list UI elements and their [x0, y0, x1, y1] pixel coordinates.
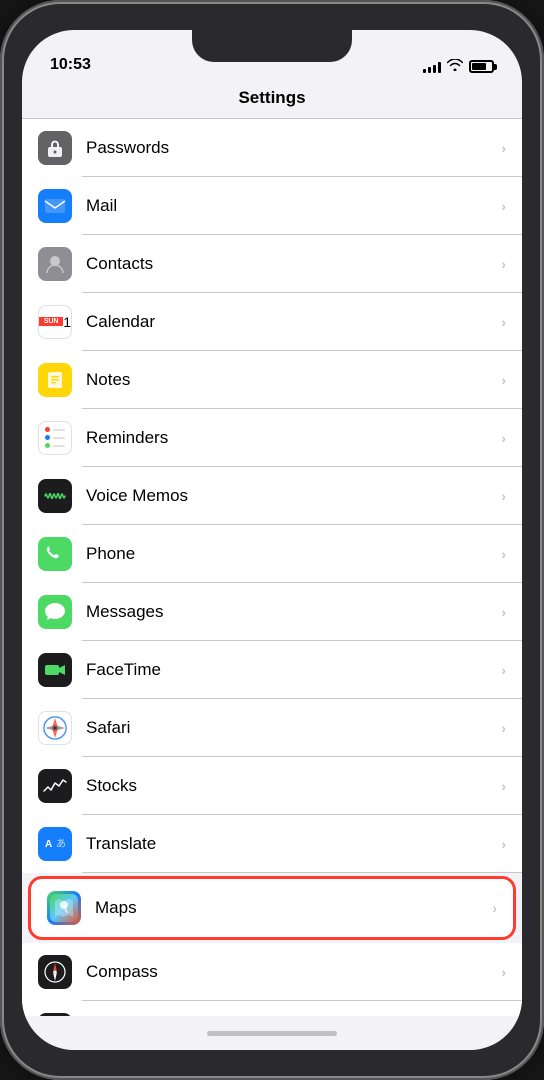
- translate-chevron: ›: [501, 836, 506, 852]
- settings-item-translate[interactable]: A あ Translate ›: [22, 815, 522, 873]
- calendar-label: Calendar: [86, 312, 501, 332]
- measure-icon: [38, 1013, 72, 1017]
- home-bar: [207, 1031, 337, 1036]
- contacts-icon: [38, 247, 72, 281]
- mail-label: Mail: [86, 196, 501, 216]
- safari-chevron: ›: [501, 720, 506, 736]
- nav-header: Settings: [22, 80, 522, 118]
- settings-item-stocks[interactable]: Stocks ›: [22, 757, 522, 815]
- maps-icon: [47, 891, 81, 925]
- wifi-icon: [447, 59, 463, 74]
- signal-icon: [423, 61, 441, 73]
- phone-icon: [38, 537, 72, 571]
- settings-item-calendar[interactable]: SUN 1 Calendar ›: [22, 293, 522, 351]
- voicememos-label: Voice Memos: [86, 486, 501, 506]
- reminders-label: Reminders: [86, 428, 501, 448]
- settings-item-measure[interactable]: Measure ›: [22, 1001, 522, 1017]
- passwords-icon: [38, 131, 72, 165]
- phone-screen: 10:53: [22, 30, 522, 1050]
- settings-item-reminders[interactable]: Reminders ›: [22, 409, 522, 467]
- phone-label: Phone: [86, 544, 501, 564]
- calendar-chevron: ›: [501, 314, 506, 330]
- page-title: Settings: [238, 88, 305, 107]
- safari-label: Safari: [86, 718, 501, 738]
- settings-list: Passwords › Mail ›: [22, 119, 522, 1017]
- reminders-icon: [38, 421, 72, 455]
- settings-item-compass[interactable]: Compass ›: [22, 943, 522, 1001]
- settings-item-maps[interactable]: Maps ›: [31, 879, 513, 937]
- svg-text:あ: あ: [56, 838, 66, 850]
- translate-label: Translate: [86, 834, 501, 854]
- notes-label: Notes: [86, 370, 501, 390]
- maps-highlight-wrapper: Maps ›: [28, 876, 516, 940]
- passwords-label: Passwords: [86, 138, 501, 158]
- notes-icon: [38, 363, 72, 397]
- settings-item-safari[interactable]: Safari ›: [22, 699, 522, 757]
- voicememos-chevron: ›: [501, 488, 506, 504]
- maps-label: Maps: [95, 898, 492, 918]
- phone-frame: 10:53: [0, 0, 544, 1080]
- settings-item-contacts[interactable]: Contacts ›: [22, 235, 522, 293]
- compass-label: Compass: [86, 962, 501, 982]
- facetime-label: FaceTime: [86, 660, 501, 680]
- safari-icon: [38, 711, 72, 745]
- status-icons: [423, 59, 494, 74]
- stocks-chevron: ›: [501, 778, 506, 794]
- voicememos-icon: [38, 479, 72, 513]
- calendar-icon: SUN 1: [38, 305, 72, 339]
- settings-item-voicememos[interactable]: Voice Memos ›: [22, 467, 522, 525]
- settings-item-phone[interactable]: Phone ›: [22, 525, 522, 583]
- svg-text:A: A: [45, 839, 52, 850]
- contacts-label: Contacts: [86, 254, 501, 274]
- facetime-icon: [38, 653, 72, 687]
- mail-icon: [38, 189, 72, 223]
- settings-item-passwords[interactable]: Passwords ›: [22, 119, 522, 177]
- messages-label: Messages: [86, 602, 501, 622]
- settings-item-messages[interactable]: Messages ›: [22, 583, 522, 641]
- battery-icon: [469, 60, 494, 73]
- status-time: 10:53: [50, 56, 91, 74]
- passwords-chevron: ›: [501, 140, 506, 156]
- notes-chevron: ›: [501, 372, 506, 388]
- home-indicator: [22, 1016, 522, 1050]
- mail-chevron: ›: [501, 198, 506, 214]
- settings-item-notes[interactable]: Notes ›: [22, 351, 522, 409]
- compass-chevron: ›: [501, 964, 506, 980]
- messages-icon: [38, 595, 72, 629]
- maps-chevron: ›: [492, 900, 497, 916]
- messages-chevron: ›: [501, 604, 506, 620]
- reminders-chevron: ›: [501, 430, 506, 446]
- stocks-label: Stocks: [86, 776, 501, 796]
- contacts-chevron: ›: [501, 256, 506, 272]
- compass-icon: [38, 955, 72, 989]
- settings-item-mail[interactable]: Mail ›: [22, 177, 522, 235]
- facetime-chevron: ›: [501, 662, 506, 678]
- phone-chevron: ›: [501, 546, 506, 562]
- settings-item-facetime[interactable]: FaceTime ›: [22, 641, 522, 699]
- notch: [192, 30, 352, 62]
- translate-icon: A あ: [38, 827, 72, 861]
- stocks-icon: [38, 769, 72, 803]
